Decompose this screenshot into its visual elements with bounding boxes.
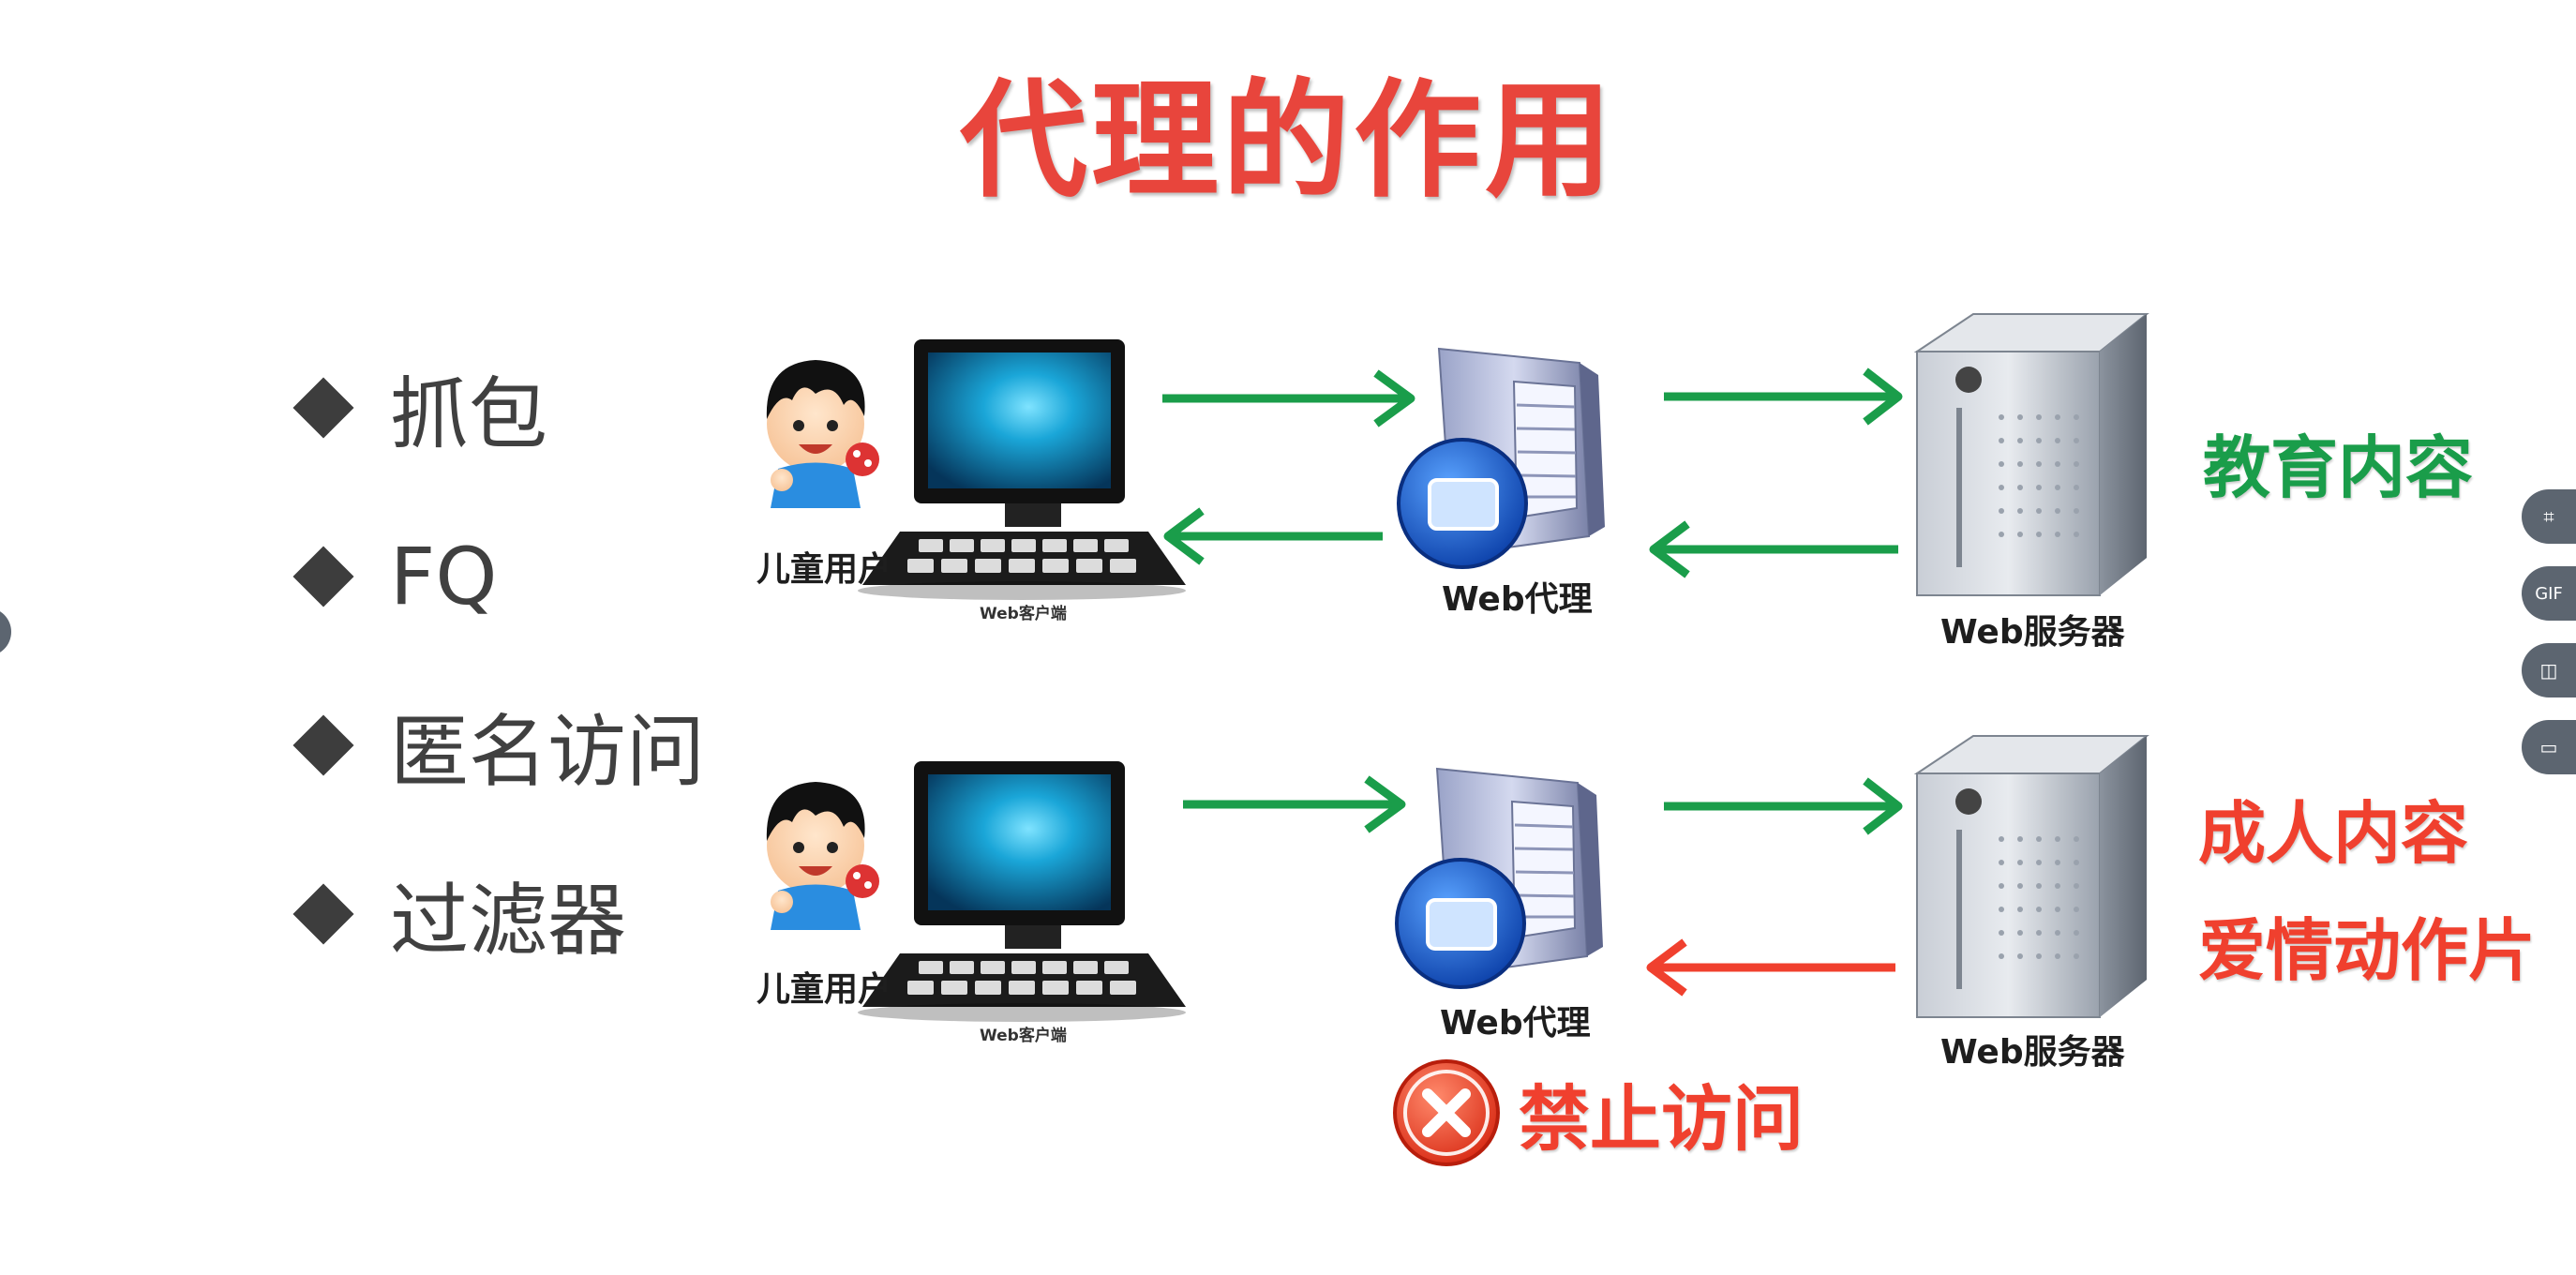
gif-icon[interactable]: GIF bbox=[2522, 566, 2576, 621]
proxy-label: Web代理 bbox=[1442, 580, 1593, 619]
server-label: Web服务器 bbox=[1940, 613, 2125, 652]
blocked-response-arrow-icon bbox=[1646, 938, 1895, 997]
blocked-text: 禁止访问 bbox=[1519, 1077, 1804, 1161]
blocked-x-icon bbox=[1393, 1059, 1500, 1166]
client-label: Web客户端 bbox=[980, 1027, 1067, 1045]
screen-record-icon[interactable]: ▭ bbox=[2522, 720, 2576, 774]
web-server-icon bbox=[1917, 314, 2147, 595]
server-label: Web服务器 bbox=[1940, 1033, 2125, 1072]
bottom-row bbox=[766, 736, 2147, 1166]
video-camera-icon[interactable]: ◫ bbox=[2522, 643, 2576, 698]
request-arrow-icon bbox=[1183, 775, 1406, 833]
proxy-label: Web代理 bbox=[1440, 1004, 1591, 1042]
request-arrow-icon bbox=[1664, 777, 1903, 835]
content-label: 爱情动作片 bbox=[2198, 911, 2537, 990]
web-server-icon bbox=[1917, 736, 2147, 1017]
user-label: 儿童用户 bbox=[756, 970, 892, 1009]
request-arrow-icon bbox=[1664, 368, 1903, 426]
proxy-server-icon bbox=[1397, 347, 1607, 569]
content-label: 成人内容 bbox=[2198, 794, 2469, 873]
response-arrow-icon bbox=[1163, 507, 1383, 565]
user-label: 儿童用户 bbox=[756, 550, 892, 589]
slide: 代理的作用 抓包 FQ 匿名访问 过滤器 儿童用户 Web客户端 Web代理 W… bbox=[0, 0, 2576, 1275]
proxy-diagram bbox=[766, 0, 2576, 1166]
content-label: 教育内容 bbox=[2203, 428, 2474, 507]
crop-icon[interactable]: ⌗ bbox=[2522, 489, 2576, 544]
proxy-server-icon bbox=[1395, 767, 1605, 989]
response-arrow-icon bbox=[1649, 520, 1898, 578]
client-label: Web客户端 bbox=[980, 605, 1067, 623]
request-arrow-icon bbox=[1162, 369, 1415, 428]
top-row bbox=[766, 314, 2147, 600]
